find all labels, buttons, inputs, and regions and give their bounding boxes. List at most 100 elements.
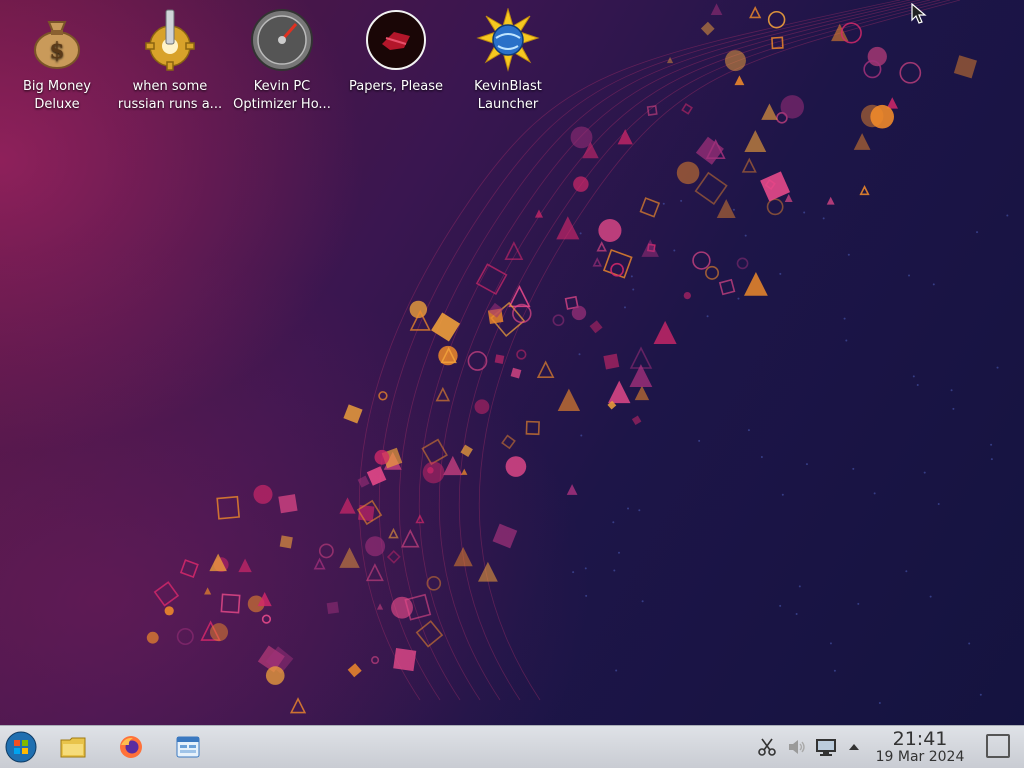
wallpaper-particle — [343, 404, 363, 424]
wallpaper-particle — [695, 136, 724, 165]
wallpaper-dot — [737, 297, 740, 300]
show-desktop-button[interactable] — [986, 734, 1010, 758]
taskbar-firefox[interactable] — [114, 730, 148, 764]
wallpaper-dot — [833, 669, 836, 672]
wallpaper-dot — [852, 467, 855, 470]
wallpaper-dot — [585, 594, 588, 597]
wallpaper-dot — [805, 463, 808, 466]
scissors-icon — [758, 738, 776, 756]
wallpaper-dot — [937, 503, 940, 506]
wallpaper-dot — [623, 306, 626, 309]
wallpaper-particle — [552, 314, 565, 327]
desktop-icon-kevinblast-launcher[interactable]: KevinBlast Launcher — [452, 6, 564, 114]
wallpaper-dot — [908, 274, 911, 277]
wallpaper-particle — [453, 547, 473, 567]
wallpaper-particle — [289, 697, 307, 714]
speedometer-icon — [251, 9, 313, 71]
wallpaper-dot — [795, 612, 798, 615]
wallpaper-particle — [326, 601, 340, 615]
wallpaper-particle — [374, 449, 390, 465]
wallpaper-dot — [641, 600, 644, 603]
triangle-up-icon — [849, 744, 859, 750]
wallpaper-particle — [415, 620, 444, 648]
wallpaper-particle — [780, 95, 805, 119]
wallpaper-particle — [641, 239, 659, 257]
wallpaper-particle — [179, 559, 199, 579]
desktop-icon-russian-runs[interactable]: when some russian runs a... — [114, 6, 226, 114]
start-orb-icon — [5, 731, 37, 763]
folder-icon — [60, 737, 86, 758]
taskbar-control-panel[interactable] — [171, 730, 205, 764]
wallpaper-particle — [400, 528, 420, 548]
wallpaper-dot — [950, 389, 953, 392]
wallpaper-particle — [209, 623, 229, 642]
wallpaper-particle — [592, 257, 602, 267]
wallpaper-particle — [718, 278, 736, 296]
desktop-icon-papers-please[interactable]: Papers, Please — [340, 6, 452, 96]
desktop-icon-label: Kevin PC Optimizer Ho... — [233, 79, 331, 112]
wallpaper-particle — [760, 171, 791, 202]
svg-text:$: $ — [49, 38, 64, 64]
wallpaper-particle — [365, 536, 386, 557]
wallpaper-particle — [681, 103, 693, 115]
wallpaper-particle — [716, 199, 736, 218]
kevinblast-globe-icon — [476, 8, 540, 72]
wallpaper-particle — [859, 184, 870, 196]
wallpaper-dot — [923, 471, 926, 474]
wallpaper-dot — [632, 288, 635, 291]
wallpaper-dot — [912, 375, 915, 378]
wallpaper-particle — [610, 262, 624, 277]
money-bag-icon: $ — [34, 21, 80, 69]
wallpaper-dot — [878, 702, 881, 705]
wallpaper-particle — [431, 312, 461, 342]
wallpaper-particle — [492, 523, 518, 549]
wallpaper-dot — [627, 507, 630, 510]
wallpaper-dot — [572, 571, 575, 574]
wallpaper-dot — [1006, 214, 1009, 217]
wallpaper-dot — [673, 249, 676, 252]
taskbar-clock[interactable]: 21:41 19 Mar 2024 — [868, 729, 972, 765]
wallpaper-particle — [589, 320, 603, 334]
wallpaper-particle — [767, 10, 786, 29]
wallpaper-particle — [694, 171, 728, 205]
wallpaper-particle — [204, 587, 212, 595]
wallpaper-dot — [829, 642, 832, 645]
tray-screenshot-tool[interactable] — [756, 736, 778, 758]
desktop-icon-label: Big Money Deluxe — [22, 79, 91, 112]
speaker-muted-icon — [789, 740, 805, 754]
wallpaper-particle — [253, 484, 273, 504]
wallpaper-particle — [784, 194, 793, 202]
start-button[interactable] — [4, 730, 38, 764]
wallpaper-particle — [736, 257, 749, 270]
wallpaper-particle — [261, 614, 272, 624]
wallpaper-particle — [510, 367, 522, 379]
wallpaper-particle — [557, 388, 581, 411]
wallpaper-dot — [779, 272, 782, 275]
wallpaper-particle — [265, 666, 285, 685]
wallpaper-particle — [700, 21, 715, 36]
wallpaper-dot — [905, 570, 908, 573]
wallpaper-particle — [603, 353, 620, 370]
wallpaper-particle — [339, 547, 360, 568]
wallpaper-particle — [692, 251, 711, 270]
wallpaper-particle — [279, 535, 293, 549]
tray-network[interactable] — [815, 736, 837, 758]
desktop-icon-kevin-pc-optimizer[interactable]: Kevin PC Optimizer Ho... — [226, 6, 338, 114]
tray-volume[interactable] — [786, 736, 808, 758]
wallpaper-particle — [743, 271, 768, 296]
tray-show-hidden-icons[interactable] — [843, 736, 865, 758]
wallpaper-particle — [220, 593, 241, 614]
wallpaper-dot — [781, 493, 784, 496]
wallpaper-particle — [853, 133, 871, 150]
taskbar-file-manager[interactable] — [56, 730, 90, 764]
wallpaper-particle — [766, 198, 784, 216]
wallpaper-particle — [426, 576, 442, 591]
wallpaper-dot — [584, 567, 587, 570]
wallpaper-dot — [847, 253, 850, 256]
firefox-icon — [120, 736, 142, 758]
desktop-icon-big-money-deluxe[interactable]: $ Big Money Deluxe — [1, 6, 113, 114]
wallpaper-particle — [318, 543, 334, 559]
wallpaper-particle — [683, 291, 691, 300]
wallpaper-dot — [979, 693, 982, 696]
control-panel-icon — [176, 736, 200, 758]
